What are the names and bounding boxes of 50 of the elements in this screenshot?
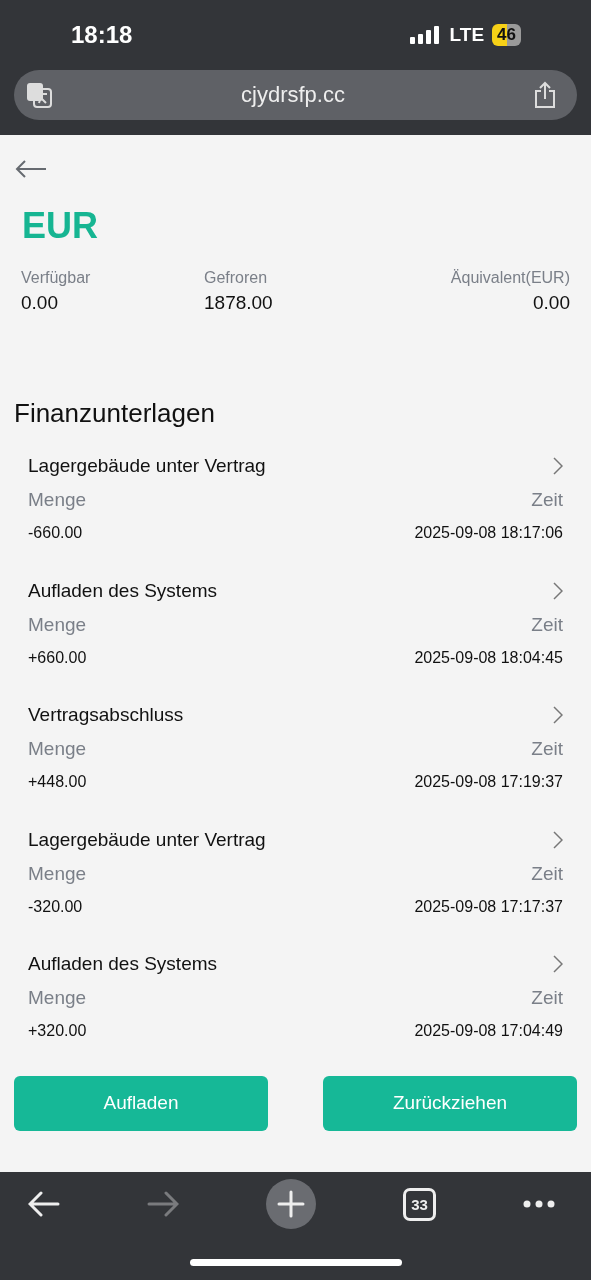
- section-title: Finanzunterlagen: [14, 398, 216, 429]
- record-title: Lagergebäude unter Vertrag: [28, 828, 266, 851]
- record-title: Vertragsabschluss: [28, 704, 184, 726]
- new-tab-icon[interactable]: [266, 1179, 316, 1229]
- balance-label: Äquivalent(EUR): [450, 269, 570, 287]
- more-icon[interactable]: [523, 1200, 555, 1208]
- chevron-right-icon[interactable]: [553, 955, 563, 973]
- amount-value: +320.00: [28, 1022, 87, 1040]
- time-label: Zeit: [531, 738, 563, 760]
- chevron-right-icon[interactable]: [553, 457, 563, 475]
- back-icon[interactable]: [28, 1191, 60, 1217]
- amount-label: Menge: [28, 862, 87, 885]
- balance-value: 0.00: [533, 292, 570, 314]
- time-value: 2025-09-08 17:17:37: [414, 897, 563, 916]
- address-bar[interactable]: cjydrsfp.cc: [14, 70, 577, 120]
- back-arrow-icon[interactable]: [15, 159, 47, 179]
- amount-value: -320.00: [28, 897, 83, 916]
- record-title: Lagergebäude unter Vertrag: [28, 455, 266, 477]
- time-value: 2025-09-08 17:19:37: [414, 773, 563, 791]
- record-title: Aufladen des Systems: [28, 579, 218, 602]
- translate-icon[interactable]: [25, 81, 53, 109]
- time-label: Zeit: [531, 987, 563, 1009]
- share-icon[interactable]: [533, 81, 557, 109]
- balance-value: 1878.00: [204, 292, 274, 314]
- amount-label: Menge: [28, 987, 87, 1009]
- time-value: 2025-09-08 18:17:06: [414, 524, 563, 542]
- record-title: Aufladen des Systems: [28, 953, 218, 975]
- time-label: Zeit: [531, 489, 563, 511]
- amount-label: Menge: [28, 489, 87, 511]
- chevron-right-icon[interactable]: [553, 830, 563, 849]
- amount-value: +660.00: [28, 648, 87, 667]
- balance-label: Gefroren: [204, 269, 269, 287]
- currency-title: EUR: [22, 205, 99, 247]
- time-label: Zeit: [531, 862, 563, 885]
- chevron-right-icon[interactable]: [553, 581, 563, 600]
- network-label: LTE: [449, 24, 485, 46]
- chevron-right-icon[interactable]: [553, 706, 563, 724]
- time-value: 2025-09-08 18:04:45: [414, 648, 563, 667]
- time-value: 2025-09-08 17:04:49: [414, 1022, 563, 1040]
- balance-value: 0.00: [21, 292, 59, 314]
- amount-value: +448.00: [28, 773, 87, 791]
- tab-count-button[interactable]: 33: [403, 1187, 436, 1221]
- amount-value: -660.00: [28, 524, 83, 542]
- balance-label: Verfügbar: [21, 269, 92, 287]
- amount-label: Menge: [28, 613, 87, 636]
- signal-icon: [409, 26, 442, 44]
- time-label: Zeit: [531, 613, 563, 636]
- status-time: 18:18: [71, 21, 133, 49]
- url-text: cjydrsfp.cc: [241, 82, 345, 108]
- amount-label: Menge: [28, 738, 87, 760]
